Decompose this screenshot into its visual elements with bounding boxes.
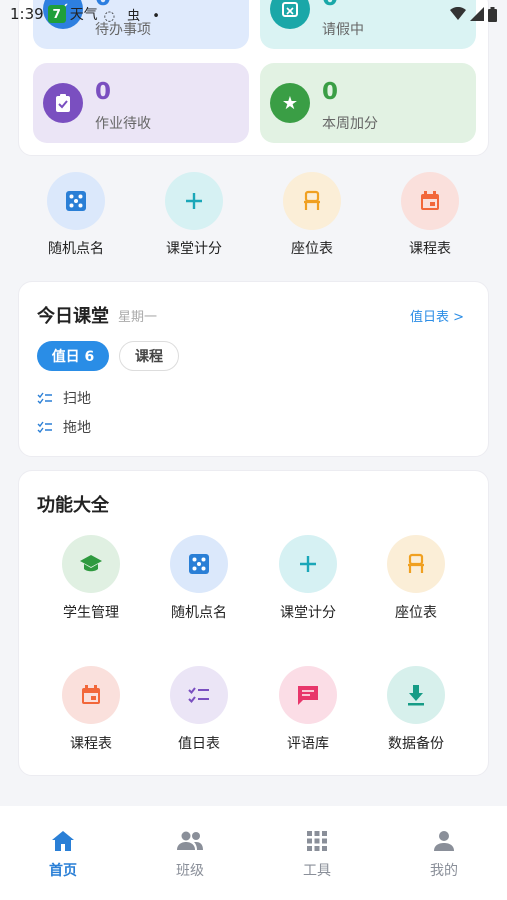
- stat-label: 本周加分: [322, 116, 378, 132]
- func-label: 数据备份: [388, 736, 444, 752]
- status-text: 天气: [69, 7, 98, 23]
- func-label: 值日表: [178, 736, 220, 752]
- func-student-management[interactable]: 学生管理: [41, 535, 141, 622]
- tab-duty[interactable]: 值日 6: [37, 341, 109, 371]
- graduation-cap-icon: [62, 535, 120, 593]
- func-label: 随机点名: [171, 605, 227, 621]
- quick-timetable[interactable]: 课程表: [380, 172, 480, 258]
- battery-icon: [488, 6, 497, 22]
- nav-label: 工具: [303, 863, 331, 879]
- nav-label: 班级: [176, 863, 204, 879]
- func-label: 座位表: [395, 605, 437, 621]
- download-icon: [387, 666, 445, 724]
- checklist-icon: [170, 666, 228, 724]
- quick-label: 课堂计分: [166, 241, 222, 257]
- nav-label: 我的: [430, 863, 458, 879]
- functions-title: 功能大全: [37, 495, 109, 516]
- clipboard-check-icon: [43, 83, 83, 123]
- signal-icon: [470, 7, 484, 21]
- bottom-nav: 首页 班级 工具 我的: [0, 806, 507, 900]
- func-label: 评语库: [287, 736, 329, 752]
- func-seating[interactable]: 座位表: [366, 535, 466, 622]
- quick-label: 座位表: [291, 241, 333, 257]
- stat-label: 作业待收: [95, 116, 151, 132]
- nav-label: 首页: [49, 863, 77, 879]
- checklist-icon: [37, 392, 52, 404]
- stat-points[interactable]: ★ 0 本周加分: [260, 63, 476, 143]
- comment-icon: [279, 666, 337, 724]
- func-duty-table[interactable]: 值日表: [149, 666, 249, 753]
- status-bar: 1:39 7 天气 ◌ 虫 •: [0, 0, 507, 28]
- app-badge-icon: 7: [47, 5, 66, 23]
- nav-class[interactable]: 班级: [150, 830, 230, 880]
- status-right-icons: [450, 6, 497, 22]
- calendar-icon: [62, 666, 120, 724]
- quick-random-call[interactable]: 随机点名: [26, 172, 126, 258]
- func-timetable[interactable]: 课程表: [41, 666, 141, 753]
- task-label: 拖地: [63, 420, 91, 436]
- func-label: 课程表: [70, 736, 112, 752]
- stat-value: 0: [95, 79, 112, 105]
- duty-table-link[interactable]: 值日表 >: [410, 306, 464, 325]
- stat-value: 0: [322, 79, 339, 105]
- func-label: 课堂计分: [280, 605, 336, 621]
- chair-icon: [387, 535, 445, 593]
- func-backup[interactable]: 数据备份: [366, 666, 466, 753]
- quick-class-score[interactable]: 课堂计分: [144, 172, 244, 258]
- nav-home[interactable]: 首页: [23, 830, 103, 880]
- status-time: 1:39: [10, 5, 44, 23]
- func-random-call[interactable]: 随机点名: [149, 535, 249, 622]
- plus-icon: [279, 535, 337, 593]
- chair-icon: [283, 172, 341, 230]
- today-class-card: 今日课堂 星期一 值日表 > 值日 6 课程 扫地 拖地: [18, 281, 489, 457]
- calendar-icon: [401, 172, 459, 230]
- today-weekday: 星期一: [118, 310, 158, 325]
- quick-seating[interactable]: 座位表: [262, 172, 362, 258]
- star-icon: ★: [270, 83, 310, 123]
- task-item: 扫地: [37, 388, 91, 408]
- quick-label: 课程表: [409, 241, 451, 257]
- status-icons: ◌ 虫 •: [103, 8, 164, 24]
- task-item: 拖地: [37, 417, 91, 437]
- functions-card: 功能大全 学生管理 随机点名 课堂计分 座位表 课程表 值日表 评语库 数据备份: [18, 470, 489, 776]
- quick-label: 随机点名: [48, 241, 104, 257]
- nav-me[interactable]: 我的: [404, 830, 484, 880]
- stat-homework[interactable]: 0 作业待收: [33, 63, 249, 143]
- people-icon: [177, 831, 203, 850]
- home-icon: [52, 831, 74, 851]
- person-icon: [434, 831, 454, 851]
- tab-course[interactable]: 课程: [119, 341, 179, 371]
- plus-icon: [165, 172, 223, 230]
- grid-icon: [307, 831, 327, 851]
- quick-actions: 随机点名 课堂计分 座位表 课程表: [18, 172, 489, 264]
- task-label: 扫地: [63, 391, 91, 407]
- wifi-icon: [450, 7, 466, 20]
- dice-icon: [47, 172, 105, 230]
- func-class-score[interactable]: 课堂计分: [258, 535, 358, 622]
- func-comments[interactable]: 评语库: [258, 666, 358, 753]
- func-label: 学生管理: [63, 605, 119, 621]
- dice-icon: [170, 535, 228, 593]
- checklist-icon: [37, 421, 52, 433]
- today-title: 今日课堂: [37, 306, 109, 327]
- nav-tools[interactable]: 工具: [277, 830, 357, 880]
